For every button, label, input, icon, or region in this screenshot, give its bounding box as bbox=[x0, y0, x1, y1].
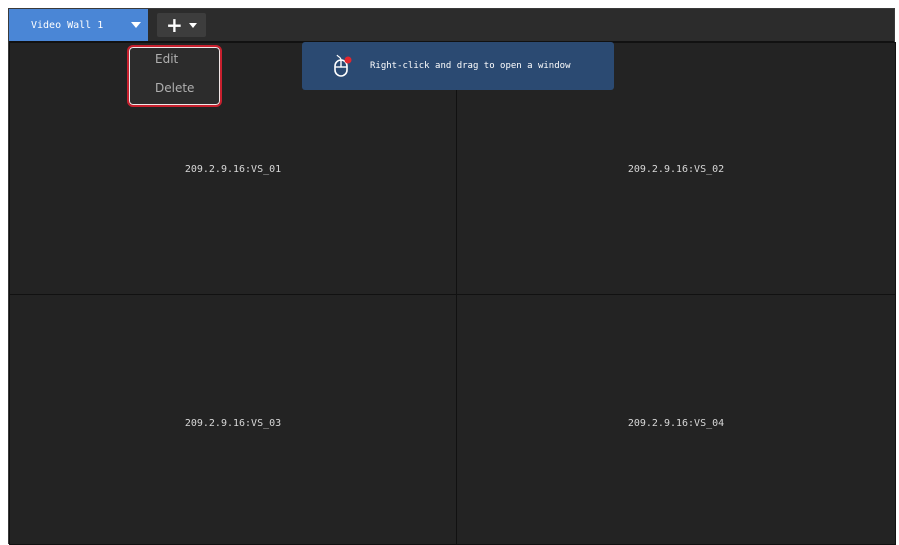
add-dropdown-icon[interactable] bbox=[189, 23, 197, 28]
wall-context-menu: Edit Delete bbox=[127, 45, 222, 107]
video-wall-tab[interactable]: Video Wall 1 bbox=[9, 9, 148, 41]
plus-icon: + bbox=[166, 13, 183, 37]
hint-text: Right-click and drag to open a window bbox=[370, 61, 571, 71]
screen-grid: 209.2.9.16:VS_01 209.2.9.16:VS_02 209.2.… bbox=[9, 42, 896, 545]
tab-dropdown-icon[interactable] bbox=[131, 22, 141, 28]
menu-item-edit[interactable]: Edit bbox=[155, 52, 178, 66]
screen-cell[interactable]: 209.2.9.16:VS_03 bbox=[9, 294, 457, 545]
screen-cell-label: 209.2.9.16:VS_01 bbox=[184, 164, 282, 175]
hint-tooltip: Right-click and drag to open a window bbox=[302, 42, 614, 90]
video-wall-window: Video Wall 1 + 209.2.9.16:VS_01 209.2.9.… bbox=[8, 8, 896, 545]
menu-item-delete[interactable]: Delete bbox=[155, 81, 194, 95]
screen-cell-label: 209.2.9.16:VS_02 bbox=[627, 164, 725, 175]
toolbar: Video Wall 1 + bbox=[9, 9, 894, 42]
screen-cell-label: 209.2.9.16:VS_04 bbox=[627, 418, 725, 429]
mouse-right-click-icon bbox=[334, 54, 352, 77]
screen-cell[interactable]: 209.2.9.16:VS_04 bbox=[456, 294, 896, 545]
screen-cell-label: 209.2.9.16:VS_03 bbox=[184, 418, 282, 429]
video-wall-tab-label: Video Wall 1 bbox=[31, 20, 104, 31]
add-video-wall-button[interactable]: + bbox=[157, 13, 206, 37]
